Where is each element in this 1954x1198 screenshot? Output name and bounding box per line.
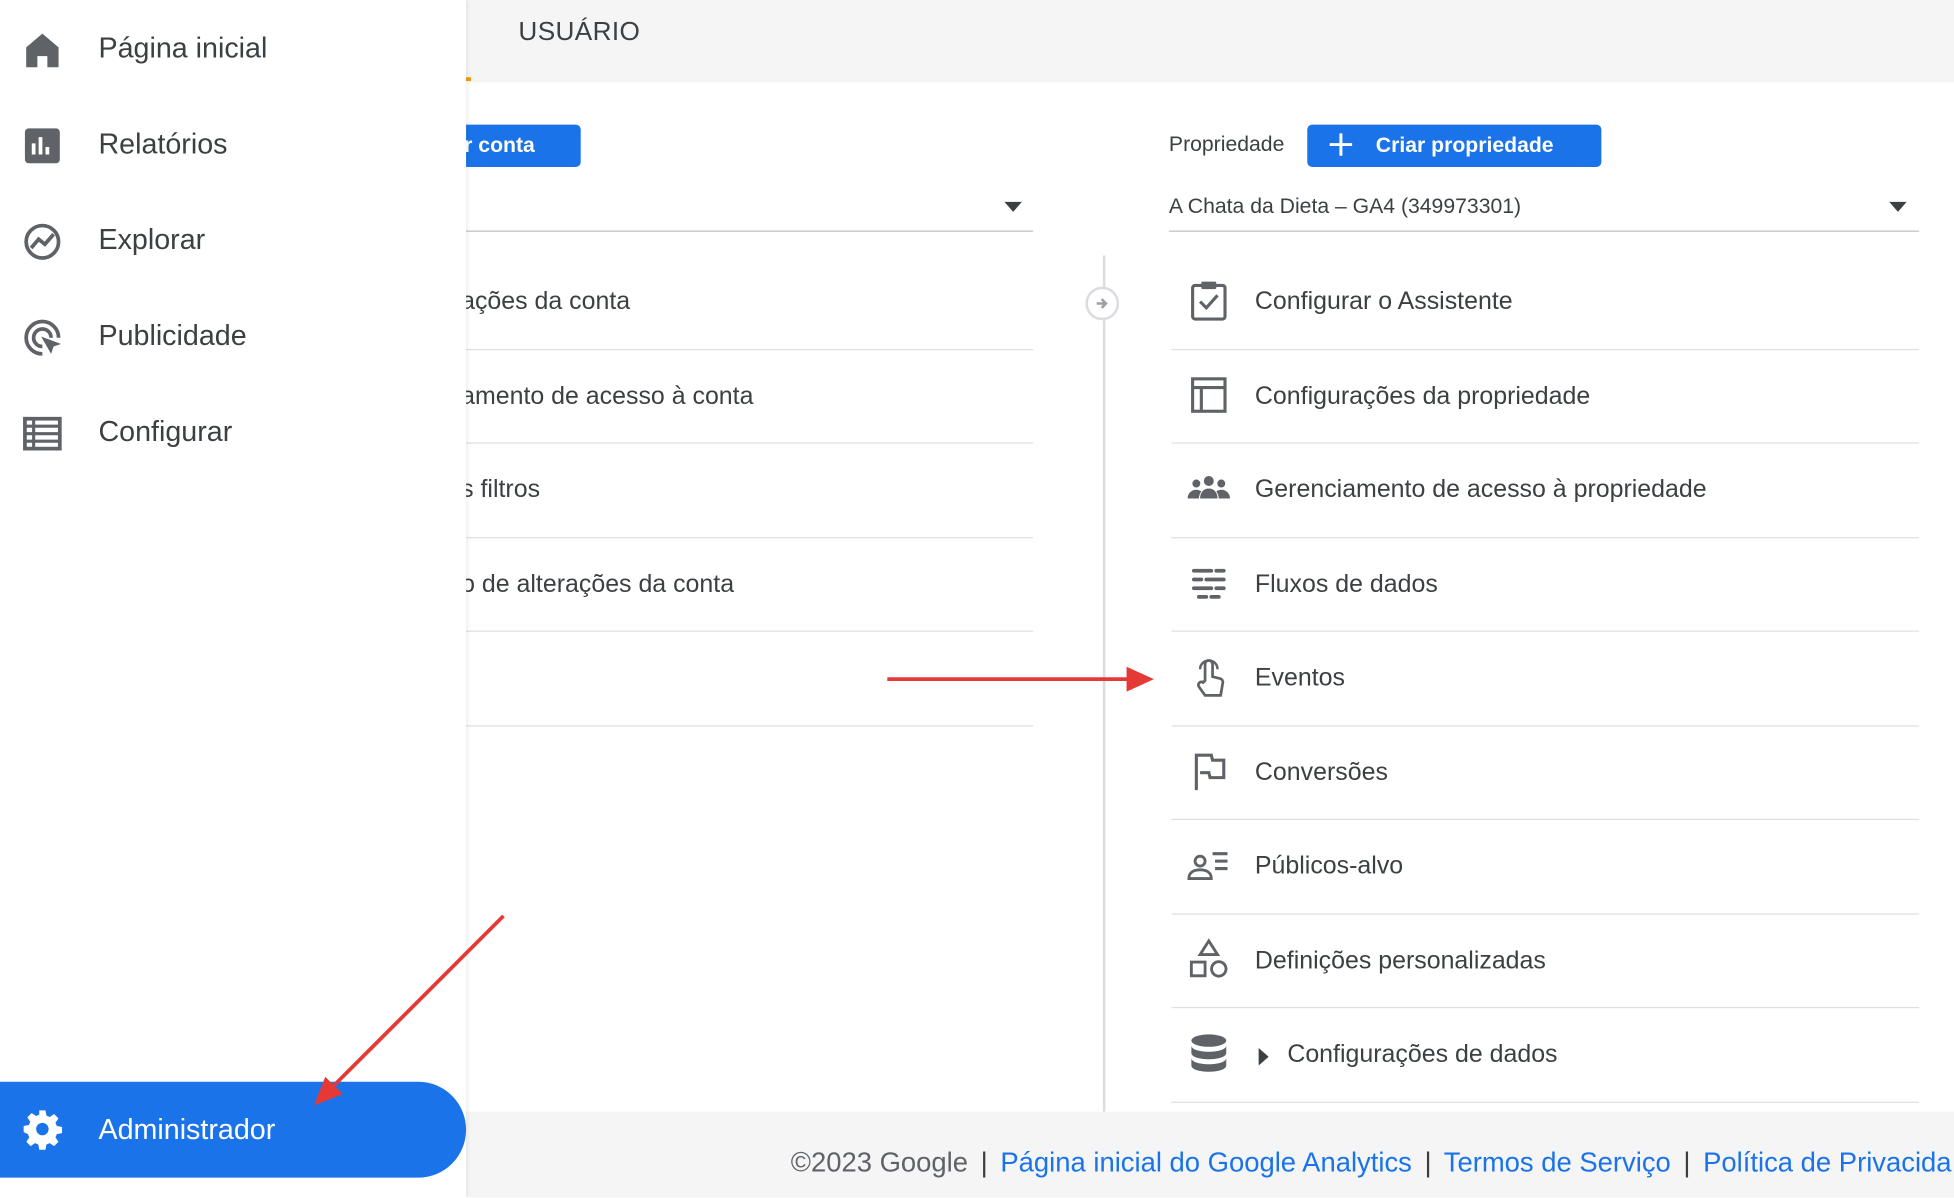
copyright: ©2023 Google	[790, 1146, 969, 1178]
touch-icon	[1197, 659, 1225, 697]
property-item-label: Configurações de dados	[1287, 1040, 1558, 1068]
create-property-label: Criar propriedade	[1375, 133, 1554, 158]
account-settings-list: ações da conta amento de acesso à conta …	[461, 255, 1034, 726]
nav-item-label: Publicidade	[98, 319, 247, 352]
people-icon	[1187, 476, 1230, 499]
audience-icon	[1187, 852, 1228, 881]
chevron-down-icon	[1004, 201, 1022, 212]
bar-chart-icon	[24, 128, 60, 164]
create-property-button[interactable]: Criar propriedade	[1307, 124, 1602, 167]
footer-separator: |	[1424, 1146, 1432, 1178]
footer-separator: |	[1683, 1146, 1691, 1178]
account-select[interactable]	[461, 187, 1034, 232]
chevron-down-icon	[1889, 201, 1907, 212]
property-item-conversions[interactable]: Conversões	[1171, 726, 1920, 820]
data-streams-icon	[1191, 568, 1226, 599]
footer-link-terms[interactable]: Termos de Serviço	[1444, 1147, 1671, 1178]
property-item-label: Configurar o Assistente	[1254, 287, 1513, 316]
property-item-label: Gerenciamento de acesso à propriedade	[1254, 476, 1707, 504]
home-icon	[26, 33, 59, 68]
property-select[interactable]: A Chata da Dieta – GA4 (349973301)	[1168, 187, 1920, 232]
nav-item-label: Página inicial	[98, 31, 268, 64]
property-item-label: Configurações da propriedade	[1254, 381, 1591, 410]
property-item-label: Conversões	[1254, 758, 1388, 786]
property-item-data-streams[interactable]: Fluxos de dados	[1171, 538, 1920, 632]
property-item-access[interactable]: Gerenciamento de acesso à propriedade	[1171, 444, 1920, 538]
flag-icon	[1194, 753, 1226, 790]
account-item[interactable]: s filtros	[461, 444, 1034, 538]
property-item-settings[interactable]: Configurações da propriedade	[1171, 350, 1920, 444]
account-item[interactable]: amento de acesso à conta	[461, 350, 1034, 444]
property-item-custom-definitions[interactable]: Definições personalizadas	[1171, 914, 1920, 1009]
gear-icon	[23, 1110, 63, 1150]
property-item-label: Públicos-alvo	[1254, 852, 1404, 880]
property-item-label: Eventos	[1254, 664, 1345, 692]
plus-icon	[1329, 133, 1353, 156]
property-item-events[interactable]: Eventos	[1171, 632, 1920, 726]
arrow-right-icon	[1085, 286, 1120, 321]
nav-item-advertising[interactable]: Publicidade	[0, 300, 466, 375]
footer-separator: |	[980, 1146, 988, 1178]
property-settings-list: Configurar o Assistente Configurações da…	[1171, 255, 1920, 1103]
column-divider	[1102, 255, 1106, 1113]
nav-item-admin[interactable]: Administrador	[0, 1081, 467, 1178]
account-item[interactable]: o de alterações da conta	[461, 538, 1034, 632]
account-item[interactable]: ações da conta	[461, 255, 1034, 350]
explore-icon	[24, 223, 61, 260]
shapes-icon	[1189, 937, 1228, 977]
nav-drawer: Página inicial Relatórios Explorar Publi…	[0, 0, 467, 1198]
checklist-icon	[1191, 281, 1227, 321]
expand-triangle-icon[interactable]	[1258, 1048, 1269, 1066]
nav-item-explore[interactable]: Explorar	[0, 204, 466, 279]
nav-item-label: Configurar	[98, 414, 233, 448]
tab-user[interactable]: USUÁRIO	[518, 17, 640, 47]
nav-item-label: Administrador	[98, 1112, 276, 1146]
list-icon	[23, 416, 62, 451]
layout-icon	[1191, 376, 1227, 413]
footer-link-privacy[interactable]: Política de Privacida	[1703, 1147, 1951, 1178]
property-item-assistant[interactable]: Configurar o Assistente	[1171, 255, 1920, 350]
nav-item-reports[interactable]: Relatórios	[0, 108, 466, 183]
footer-text: ©2023 Google | Página inicial do Google …	[791, 1147, 1952, 1179]
property-item-audiences[interactable]: Públicos-alvo	[1171, 820, 1920, 915]
nav-item-label: Explorar	[98, 223, 206, 256]
account-item-empty	[461, 632, 1034, 726]
database-icon	[1191, 1034, 1227, 1072]
property-item-label: Fluxos de dados	[1254, 570, 1438, 598]
property-item-label: Definições personalizadas	[1254, 946, 1546, 974]
nav-item-home[interactable]: Página inicial	[0, 12, 466, 87]
property-item-data-settings[interactable]: Configurações de dados	[1171, 1008, 1920, 1103]
nav-item-configure[interactable]: Configurar	[0, 396, 466, 471]
property-label: Propriedade	[1168, 132, 1285, 156]
footer-link-ga-home[interactable]: Página inicial do Google Analytics	[1000, 1147, 1412, 1178]
property-select-value: A Chata da Dieta – GA4 (349973301)	[1168, 194, 1522, 219]
nav-item-label: Relatórios	[98, 127, 228, 160]
ads-target-icon	[24, 319, 62, 356]
ga-admin-screen: USUÁRIO ar conta ações da conta amento d…	[0, 0, 1954, 1198]
